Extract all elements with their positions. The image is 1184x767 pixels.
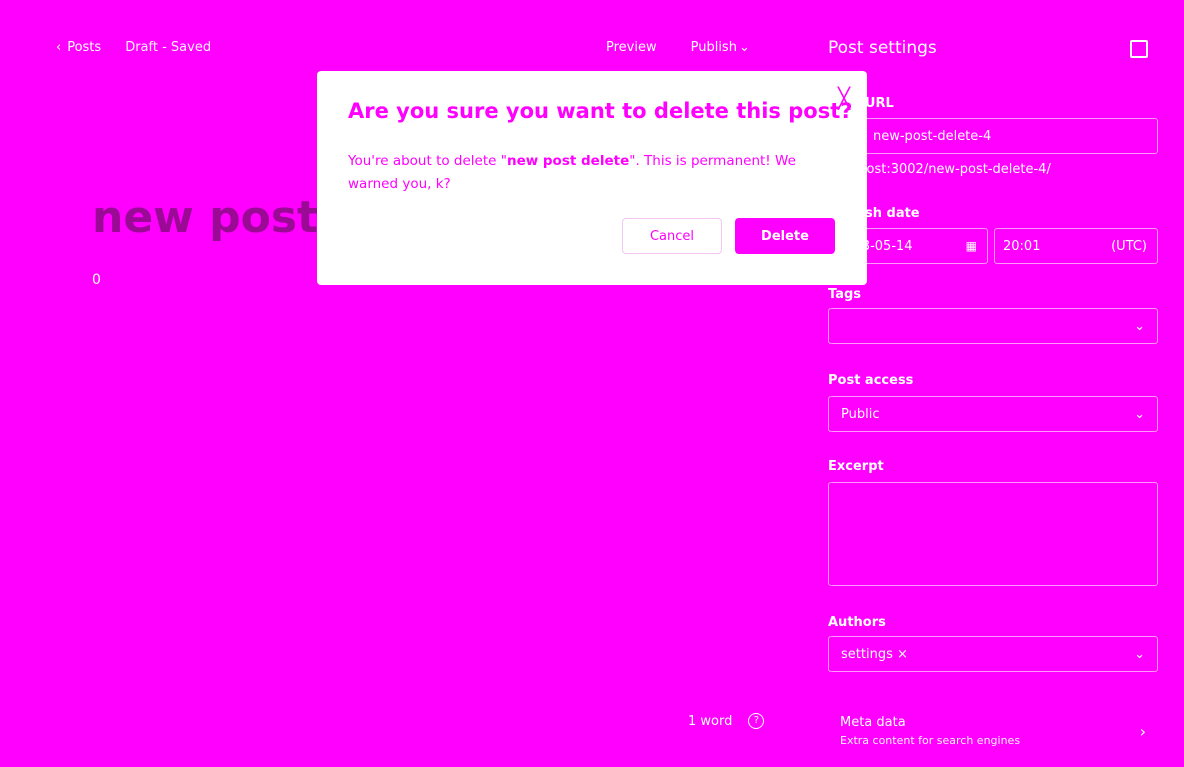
modal-body: You're about to delete "new post delete"… [348, 150, 823, 196]
publish-label: Publish [690, 40, 737, 55]
back-label: Posts [67, 40, 102, 55]
chevron-left-icon: ‹ [56, 40, 62, 55]
word-count: 1 word [688, 713, 733, 729]
time-value: 20:01 [1003, 238, 1041, 254]
chevron-down-icon: ⌄ [738, 40, 750, 55]
meta-data-row[interactable]: Meta data Extra content for search engin… [828, 706, 1158, 756]
sidebar-toggle-icon[interactable] [1130, 40, 1148, 58]
post-body[interactable]: 0 [92, 272, 101, 288]
excerpt-label: Excerpt [828, 459, 884, 474]
delete-confirm-modal: ╳ Are you sure you want to delete this p… [317, 71, 867, 285]
authors-label: Authors [828, 615, 886, 630]
author-name: settings [841, 646, 893, 662]
tags-input[interactable]: ⌄ [828, 308, 1158, 344]
chevron-down-icon: ⌄ [1134, 646, 1145, 662]
modal-title: Are you sure you want to delete this pos… [348, 99, 853, 123]
chevron-down-icon: ⌄ [1134, 406, 1145, 422]
topbar-left: ‹ Posts Draft - Saved [56, 40, 211, 55]
chevron-right-icon: › [1139, 721, 1146, 741]
time-input[interactable]: 20:01 (UTC) [994, 228, 1158, 264]
modal-body-prefix: You're about to delete " [348, 153, 507, 169]
topbar-actions: Preview Publish ⌄ [606, 40, 750, 55]
post-access-label: Post access [828, 373, 914, 388]
meta-data-subtitle: Extra content for search engines [840, 734, 1021, 747]
publish-button[interactable]: Publish ⌄ [691, 40, 750, 55]
post-url-input[interactable]: 🔗 new-post-delete-4 [828, 118, 1158, 154]
preview-button[interactable]: Preview [606, 40, 657, 55]
sidebar-title: Post settings [828, 38, 937, 58]
post-access-value: Public [841, 406, 880, 422]
post-url-value: new-post-delete-4 [873, 128, 992, 144]
modal-body-bold: new post delete [506, 153, 630, 169]
draft-status: Draft - Saved [125, 40, 212, 55]
post-access-select[interactable]: Public ⌄ [828, 396, 1158, 432]
timezone: (UTC) [1111, 238, 1147, 254]
author-token[interactable]: settings × [841, 647, 908, 662]
close-icon[interactable]: × [897, 647, 908, 662]
question-circle-icon[interactable]: ? [748, 713, 765, 729]
delete-button[interactable]: Delete [735, 218, 835, 254]
excerpt-textarea[interactable] [828, 482, 1158, 586]
word-count-bar: 1 word ? [688, 713, 765, 729]
calendar-icon[interactable]: ▦ [966, 239, 977, 253]
chevron-down-icon: ⌄ [1134, 318, 1145, 334]
meta-data-title: Meta data [840, 715, 906, 730]
tags-label: Tags [828, 287, 862, 302]
authors-select[interactable]: settings × ⌄ [828, 636, 1158, 672]
back-to-posts-link[interactable]: ‹ Posts [56, 40, 101, 55]
cancel-button[interactable]: Cancel [622, 218, 722, 254]
